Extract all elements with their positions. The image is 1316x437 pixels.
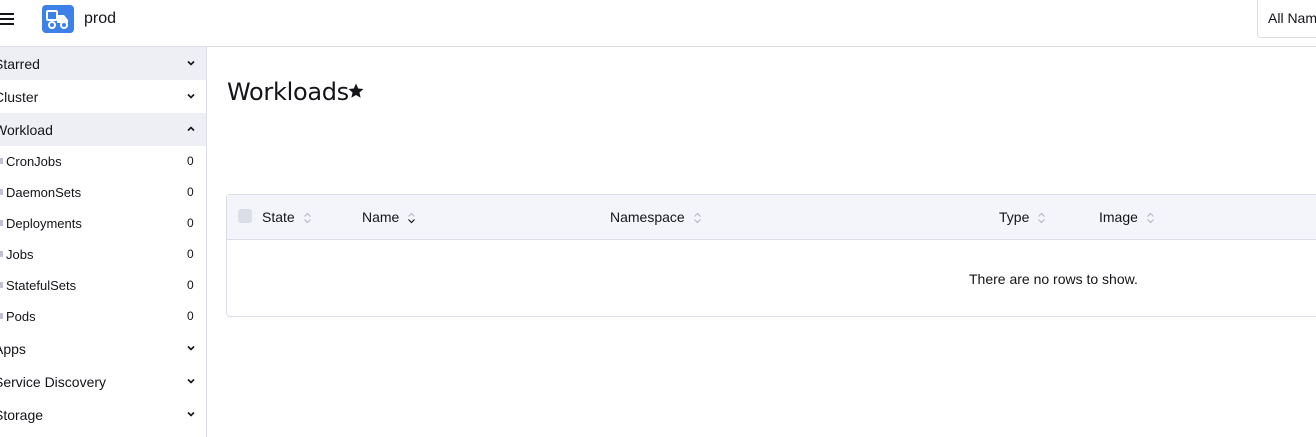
sidebar-item-label: Deployments: [6, 216, 82, 231]
sidebar-item-daemonsets[interactable]: DaemonSets 0: [0, 177, 206, 208]
empty-table-message: There are no rows to show.: [969, 271, 1138, 287]
chevron-down-icon: [187, 378, 195, 384]
chevron-down-icon: [187, 345, 195, 351]
sidebar-item-count: 0: [187, 278, 194, 292]
column-header-label: Image: [1099, 209, 1138, 225]
sort-icon: [1146, 212, 1154, 224]
sidebar-item-jobs[interactable]: Jobs 0: [0, 239, 206, 270]
column-header-namespace[interactable]: Namespace: [610, 209, 702, 225]
table-header-row: State Name Namespace Type Image: [227, 195, 1316, 240]
top-header: prod All Namespaces: [0, 0, 1316, 47]
column-header-label: Namespace: [610, 209, 685, 225]
select-all-checkbox[interactable]: [238, 209, 252, 223]
cluster-logo-icon[interactable]: [42, 5, 74, 33]
column-header-type[interactable]: Type: [999, 209, 1046, 225]
column-header-label: State: [262, 209, 295, 225]
sidebar-item-count: 0: [187, 185, 194, 199]
bullet-icon: [0, 220, 3, 226]
sidebar-group-label: Starred: [0, 56, 40, 72]
sidebar-item-label: Pods: [6, 309, 36, 324]
cluster-name: prod: [84, 10, 117, 27]
chevron-down-icon: [187, 60, 195, 66]
sidebar-group-label: Cluster: [0, 89, 39, 105]
sidebar-group-label: Service Discovery: [0, 374, 107, 390]
column-header-label: Name: [362, 209, 400, 225]
sort-icon: [1038, 212, 1046, 224]
column-header-name[interactable]: Name: [362, 209, 416, 225]
workloads-table: State Name Namespace Type Image There ar…: [226, 194, 1316, 317]
sidebar-group-label: Storage: [0, 407, 44, 423]
sidebar-item-label: StatefulSets: [6, 278, 77, 293]
bullet-icon: [0, 158, 3, 164]
namespace-filter-dropdown[interactable]: All Namespaces: [1257, 0, 1316, 38]
sidebar-group-label: Apps: [0, 341, 26, 357]
sidebar-group-apps[interactable]: Apps: [0, 332, 206, 365]
sidebar-item-deployments[interactable]: Deployments 0: [0, 208, 206, 239]
bullet-icon: [0, 189, 3, 195]
page-title: Workloads: [227, 78, 349, 106]
sidebar-item-count: 0: [187, 216, 194, 230]
sidebar-item-count: 0: [187, 309, 194, 323]
sidebar-group-workload[interactable]: Workload: [0, 113, 206, 146]
sidebar-group-cluster[interactable]: Cluster: [0, 80, 206, 113]
sidebar-group-service-discovery[interactable]: Service Discovery: [0, 365, 206, 398]
chevron-down-icon: [187, 411, 195, 417]
sidebar-nav: Starred Cluster Workload CronJobs 0 Daem…: [0, 47, 207, 437]
sidebar-item-label: CronJobs: [6, 154, 62, 169]
sidebar-item-cronjobs[interactable]: CronJobs 0: [0, 146, 206, 177]
sort-icon: [408, 212, 416, 224]
star-icon[interactable]: [347, 82, 365, 100]
sidebar-item-statefulsets[interactable]: StatefulSets 0: [0, 270, 206, 301]
sort-icon: [693, 212, 701, 224]
column-header-state[interactable]: State: [262, 209, 312, 225]
column-header-image[interactable]: Image: [1099, 209, 1155, 225]
bullet-icon: [0, 251, 3, 257]
chevron-up-icon: [187, 126, 195, 132]
sidebar-item-count: 0: [187, 247, 194, 261]
sidebar-item-label: DaemonSets: [6, 185, 82, 200]
sidebar-group-storage[interactable]: Storage: [0, 398, 206, 431]
sidebar-group-starred[interactable]: Starred: [0, 47, 206, 80]
sidebar-item-label: Jobs: [6, 247, 34, 262]
sidebar-item-count: 0: [187, 154, 194, 168]
column-header-label: Type: [999, 209, 1030, 225]
hamburger-menu-icon[interactable]: [0, 12, 16, 28]
sidebar-group-label: Workload: [0, 122, 53, 138]
bullet-icon: [0, 313, 3, 319]
bullet-icon: [0, 282, 3, 288]
main-content: Workloads State Name Namespace Type Imag…: [207, 47, 1316, 437]
sidebar-item-pods[interactable]: Pods 0: [0, 301, 206, 332]
chevron-down-icon: [187, 93, 195, 99]
sort-icon: [303, 212, 311, 224]
